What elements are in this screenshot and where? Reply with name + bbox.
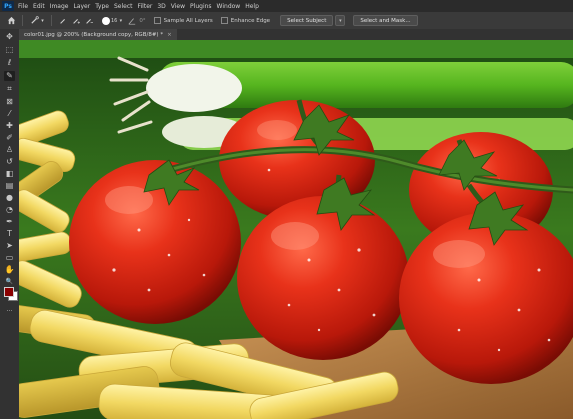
eraser-icon[interactable]: ◧ xyxy=(4,169,15,179)
home-icon[interactable] xyxy=(6,16,16,26)
select-and-mask-button[interactable]: Select and Mask... xyxy=(353,15,418,26)
hand-icon[interactable]: ✋ xyxy=(4,265,15,275)
clone-stamp-icon[interactable]: ♙ xyxy=(4,145,15,155)
menu-image[interactable]: Image xyxy=(50,3,69,10)
document-canvas[interactable] xyxy=(19,40,573,419)
document-tab[interactable]: color01.jpg @ 200% (Background copy, RGB… xyxy=(19,29,177,40)
document-tab-bar: color01.jpg @ 200% (Background copy, RGB… xyxy=(19,29,573,40)
options-divider xyxy=(22,15,23,26)
move-icon[interactable]: ✥ xyxy=(4,32,15,42)
close-icon[interactable]: × xyxy=(167,32,172,38)
zoom-icon[interactable]: 🔍 xyxy=(4,277,15,287)
crop-icon[interactable]: ⌗ xyxy=(4,84,15,94)
gradient-icon[interactable]: ▤ xyxy=(4,181,15,191)
brush-preview[interactable] xyxy=(102,16,110,25)
eyedropper-icon[interactable]: ⁄ xyxy=(4,109,15,119)
menu-type[interactable]: Type xyxy=(95,3,109,10)
frame-icon[interactable]: ⊠ xyxy=(4,97,15,107)
more-tools-icon[interactable]: ··· xyxy=(4,307,15,317)
chevron-down-icon[interactable]: ▾ xyxy=(118,16,123,26)
subtract-from-selection-brush-icon[interactable] xyxy=(84,16,94,26)
blur-icon[interactable]: ● xyxy=(4,193,15,203)
menu-file[interactable]: File xyxy=(18,3,28,10)
pen-icon[interactable]: ✒ xyxy=(4,217,15,227)
options-divider xyxy=(51,15,52,26)
sample-all-layers-label: Sample All Layers xyxy=(163,17,213,24)
options-bar: ▾ 16 ▾ 0° Sample All Layers Enhance Edge… xyxy=(0,12,573,30)
marquee-icon[interactable]: ⬚ xyxy=(4,45,15,55)
menu-edit[interactable]: Edit xyxy=(33,3,45,10)
healing-brush-icon[interactable]: ✚ xyxy=(4,121,15,131)
dodge-icon[interactable]: ◔ xyxy=(4,205,15,215)
brush-size-value[interactable]: 16 xyxy=(111,18,117,24)
quick-selection-icon[interactable]: ✎ xyxy=(4,71,15,81)
lasso-icon[interactable]: ℓ xyxy=(4,58,15,68)
enhance-edge-label: Enhance Edge xyxy=(230,17,271,24)
select-subject-button[interactable]: Select Subject xyxy=(280,15,334,26)
canvas-image xyxy=(19,40,573,419)
menu-bar: Ps File Edit Image Layer Type Select Fil… xyxy=(0,0,573,12)
photoshop-logo-icon[interactable]: Ps xyxy=(2,1,14,11)
menu-select[interactable]: Select xyxy=(114,3,133,10)
path-selection-icon[interactable]: ➤ xyxy=(4,241,15,251)
enhance-edge-checkbox[interactable] xyxy=(220,17,228,24)
new-selection-brush-icon[interactable] xyxy=(58,16,68,26)
brush-icon[interactable]: ✐ xyxy=(4,133,15,143)
chevron-down-icon[interactable]: ▾ xyxy=(40,16,45,26)
history-brush-icon[interactable]: ↺ xyxy=(4,157,15,167)
menu-help[interactable]: Help xyxy=(245,3,259,10)
document-tab-title: color01.jpg @ 200% (Background copy, RGB… xyxy=(24,31,164,38)
menu-filter[interactable]: Filter xyxy=(138,3,153,10)
menu-window[interactable]: Window xyxy=(217,3,241,10)
rectangle-icon[interactable]: ▭ xyxy=(4,253,15,263)
chevron-down-icon[interactable]: ▾ xyxy=(335,15,346,26)
foreground-color-swatch[interactable] xyxy=(4,287,14,297)
type-icon[interactable]: T xyxy=(4,229,15,239)
sample-all-layers-checkbox[interactable] xyxy=(153,17,161,24)
angle-value[interactable]: 0° xyxy=(139,18,145,24)
menu-layer[interactable]: Layer xyxy=(73,3,90,10)
tools-panel: ✥ ⬚ ℓ ✎ ⌗ ⊠ ⁄ ✚ ✐ ♙ ↺ ◧ ▤ ● ◔ ✒ T ➤ ▭ ✋ 🔍 ··· xyxy=(0,29,20,419)
menu-view[interactable]: View xyxy=(171,3,185,10)
menu-plugins[interactable]: Plugins xyxy=(190,3,212,10)
quick-selection-icon[interactable] xyxy=(29,16,39,26)
menu-3d[interactable]: 3D xyxy=(157,3,165,10)
angle-icon[interactable] xyxy=(127,16,137,26)
add-to-selection-brush-icon[interactable] xyxy=(71,16,81,26)
